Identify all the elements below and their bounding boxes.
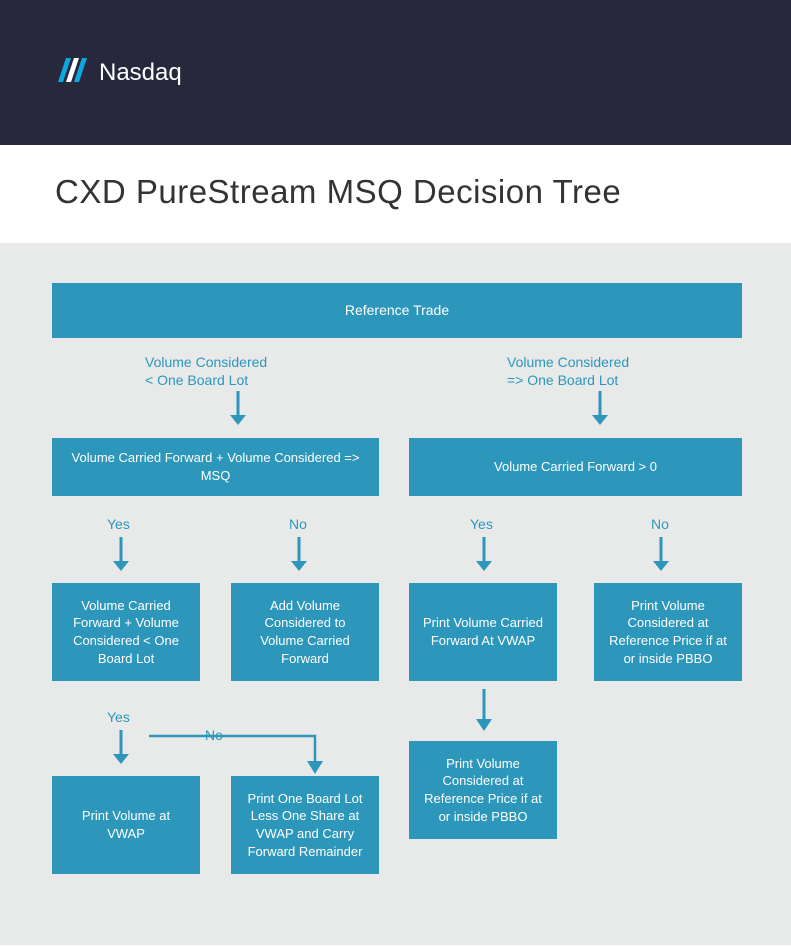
arrow-down-icon	[590, 391, 610, 425]
arrow-down-icon	[111, 537, 131, 571]
node-l-yes: Volume Carried Forward + Volume Consider…	[52, 583, 200, 681]
label-yes: Yes	[470, 515, 493, 533]
node-r-no: Print Volume Considered at Reference Pri…	[594, 583, 742, 681]
brand-logo: Nasdaq	[55, 52, 182, 93]
node-ll-yes: Print Volume at VWAP	[52, 776, 200, 874]
label-yes: Yes	[107, 515, 130, 533]
arrow-down-icon	[474, 537, 494, 571]
branch-label-left: Volume Considered < One Board Lot	[145, 353, 325, 389]
arrow-down-icon	[289, 537, 309, 571]
node-left-condition: Volume Carried Forward + Volume Consider…	[52, 438, 379, 496]
node-ll-no: Print One Board Lot Less One Share at VW…	[231, 776, 379, 874]
arrow-down-icon	[651, 537, 671, 571]
node-r-yes-2: Print Volume Considered at Reference Pri…	[409, 741, 557, 839]
page-header: Nasdaq	[0, 0, 791, 145]
nasdaq-logo-icon	[55, 52, 89, 93]
label-no: No	[289, 515, 307, 533]
diagram-canvas: Reference Trade Volume Considered < One …	[0, 243, 791, 945]
node-r-yes: Print Volume Carried Forward At VWAP	[409, 583, 557, 681]
branch-label-right: Volume Considered => One Board Lot	[507, 353, 687, 389]
arrow-down-icon	[228, 391, 248, 425]
page-title: CXD PureStream MSQ Decision Tree	[55, 173, 736, 211]
arrow-down-icon	[474, 689, 494, 731]
node-l-no: Add Volume Considered to Volume Carried …	[231, 583, 379, 681]
label-no: No	[651, 515, 669, 533]
elbow-arrow-icon	[147, 734, 323, 779]
brand-name: Nasdaq	[99, 59, 182, 87]
arrow-down-icon	[111, 730, 131, 764]
label-yes: Yes	[107, 708, 130, 726]
title-area: CXD PureStream MSQ Decision Tree	[0, 145, 791, 243]
node-right-condition: Volume Carried Forward > 0	[409, 438, 742, 496]
node-reference-trade: Reference Trade	[52, 283, 742, 338]
